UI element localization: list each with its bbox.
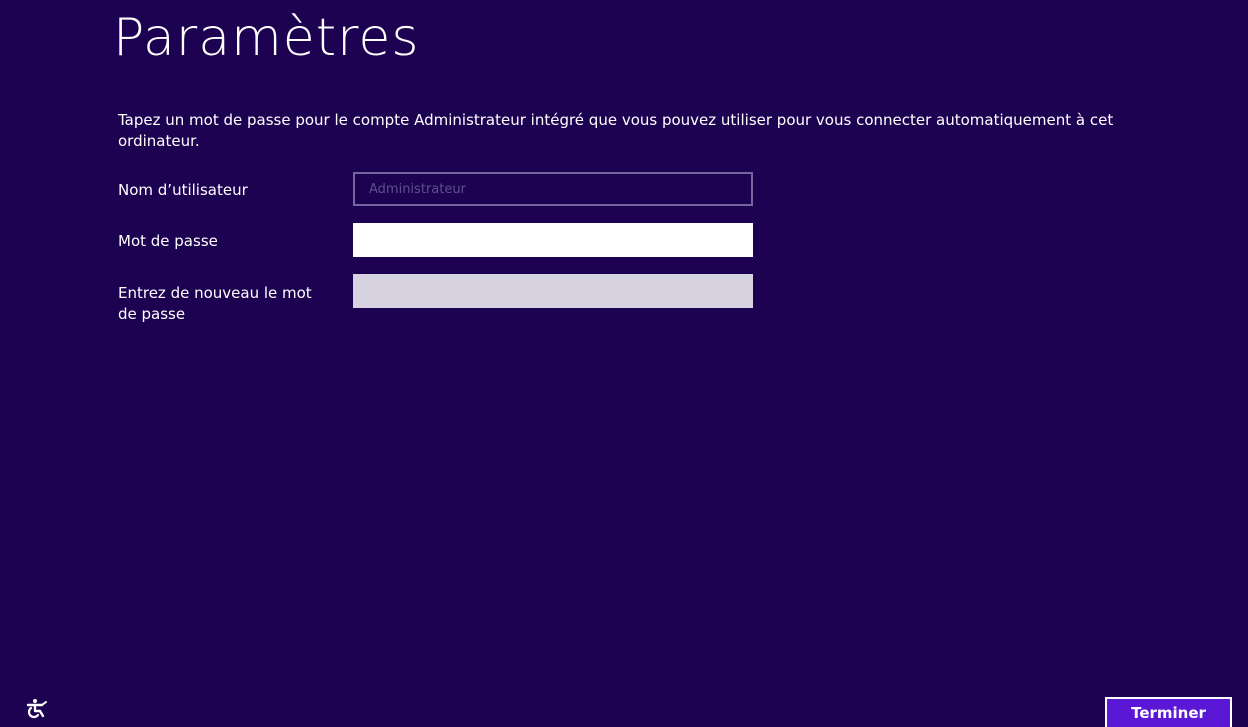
confirm-password-field[interactable] xyxy=(353,274,753,308)
password-field[interactable] xyxy=(353,223,753,257)
confirm-password-label: Entrez de nouveau le mot de passe xyxy=(118,284,312,323)
finish-button[interactable]: Terminer xyxy=(1105,697,1232,727)
ease-of-access-icon xyxy=(26,699,47,719)
password-label: Mot de passe xyxy=(118,232,218,250)
setup-screen: Paramètres Tapez un mot de passe pour le… xyxy=(0,0,1248,727)
username-field xyxy=(353,172,753,206)
page-title: Paramètres xyxy=(113,8,420,68)
username-label: Nom d’utilisateur xyxy=(118,181,248,199)
description-text: Tapez un mot de passe pour le compte Adm… xyxy=(118,111,1114,150)
ease-of-access-button[interactable] xyxy=(24,694,52,722)
